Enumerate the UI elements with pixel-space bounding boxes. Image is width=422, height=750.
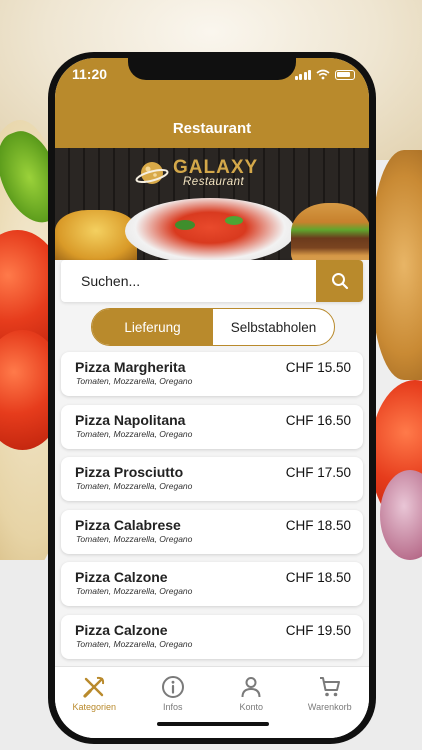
status-time: 11:20 xyxy=(72,66,108,82)
item-description: Tomaten, Mozzarella, Oregano xyxy=(76,533,193,544)
restaurant-banner: GALAXY Restaurant xyxy=(55,148,369,260)
brand-subtitle: Restaurant xyxy=(183,175,245,188)
order-mode-toggle: Lieferung Selbstabholen xyxy=(91,308,335,346)
signal-icon xyxy=(294,70,311,80)
restaurant-logo: GALAXY Restaurant xyxy=(135,156,258,190)
wifi-icon xyxy=(316,69,330,80)
home-indicator[interactable] xyxy=(157,722,269,726)
brand-name: GALAXY xyxy=(173,156,259,178)
tab-warenkorb[interactable]: Warenkorb xyxy=(291,667,370,738)
status-icons xyxy=(294,69,355,80)
cart-icon xyxy=(319,677,340,697)
delivery-option[interactable]: Lieferung xyxy=(92,309,213,345)
info-icon xyxy=(161,676,184,698)
tab-label: Warenkorb xyxy=(307,702,352,712)
planet-logo-icon xyxy=(135,162,169,184)
item-price: CHF 15.50 xyxy=(285,360,351,375)
search-bar xyxy=(61,260,363,302)
battery-icon xyxy=(335,70,355,80)
search-input[interactable] xyxy=(61,260,316,302)
tab-konto[interactable]: Konto xyxy=(212,667,291,738)
tab-label: Konto xyxy=(239,702,264,712)
item-price: CHF 19.50 xyxy=(285,622,351,638)
item-description: Tomaten, Mozzarella, Oregano xyxy=(76,481,193,491)
item-price: CHF 18.50 xyxy=(285,570,351,585)
item-name: Pizza Calzone xyxy=(75,569,168,585)
item-description: Tomaten, Mozzarella, Oregano xyxy=(76,586,193,596)
item-name: Pizza Calzone xyxy=(75,621,168,638)
pickup-option[interactable]: Selbstabholen xyxy=(213,309,334,345)
tab-kategorien[interactable]: Kategorien xyxy=(55,667,134,738)
menu-item[interactable]: Pizza Prosciutto Tomaten, Mozzarella, Or… xyxy=(61,457,363,501)
item-name: Pizza Calabrese xyxy=(75,516,181,533)
burger-image xyxy=(291,203,369,260)
search-icon xyxy=(331,273,348,290)
item-description: Tomaten, Mozzarella, Oregano xyxy=(76,428,193,439)
phone-notch xyxy=(128,52,296,80)
utensils-icon xyxy=(83,676,105,698)
menu-item[interactable]: Pizza Calzone Tomaten, Mozzarella, Orega… xyxy=(61,614,363,659)
menu-item[interactable]: Pizza Calabrese Tomaten, Mozzarella, Ore… xyxy=(61,509,363,554)
tab-bar: Kategorien Infos Konto Warenkorb xyxy=(55,666,369,738)
tab-infos[interactable]: Infos xyxy=(134,667,213,738)
menu-list: Pizza Margherita Tomaten, Mozzarella, Or… xyxy=(61,352,363,667)
user-icon xyxy=(241,677,261,698)
item-price: CHF 17.50 xyxy=(285,465,351,480)
menu-item[interactable]: Pizza Margherita Tomaten, Mozzarella, Or… xyxy=(61,352,363,396)
item-name: Pizza Prosciutto xyxy=(75,464,184,480)
search-button[interactable] xyxy=(316,260,363,302)
item-price: CHF 16.50 xyxy=(285,412,351,428)
pasta-plate-image xyxy=(125,198,295,260)
page-title: Restaurant xyxy=(172,120,252,137)
item-name: Pizza Margherita xyxy=(75,359,186,375)
tab-label: Kategorien xyxy=(72,702,117,712)
tab-label: Infos xyxy=(162,702,183,712)
item-name: Pizza Napolitana xyxy=(75,411,186,428)
menu-item[interactable]: Pizza Napolitana Tomaten, Mozzarella, Or… xyxy=(61,404,363,449)
item-description: Tomaten, Mozzarella, Oregano xyxy=(76,376,193,386)
item-price: CHF 18.50 xyxy=(285,517,351,533)
menu-item[interactable]: Pizza Calzone Tomaten, Mozzarella, Orega… xyxy=(61,562,363,606)
item-description: Tomaten, Mozzarella, Oregano xyxy=(76,638,193,649)
app-screen: 11:20 Restaurant GALAXY Restaurant Suche… xyxy=(55,58,369,738)
